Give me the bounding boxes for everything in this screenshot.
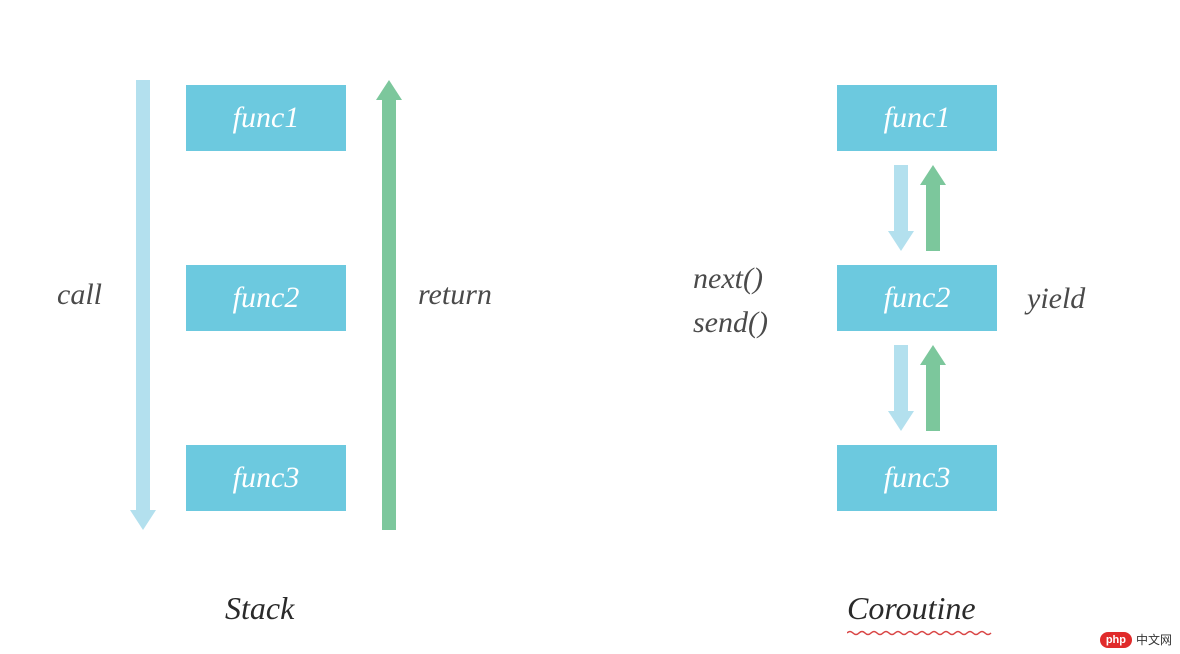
diagram-container: func1 func2 func3 call return Stack func…	[0, 0, 1180, 654]
coroutine-func3-box: func3	[837, 445, 997, 511]
call-arrow-down-icon	[130, 80, 156, 530]
watermark: php 中文网	[1100, 631, 1172, 648]
stack-func3-box: func3	[186, 445, 346, 511]
stack-func3-label: func3	[233, 461, 300, 495]
call-label: call	[57, 278, 102, 312]
stack-func1-label: func1	[233, 101, 300, 135]
return-arrow-up-icon	[376, 80, 402, 530]
stack-func2-label: func2	[233, 281, 300, 315]
return-label: return	[418, 278, 492, 312]
yield-label: yield	[1027, 282, 1085, 316]
coroutine-func1-label: func1	[884, 101, 951, 135]
coroutine-title: Coroutine	[847, 590, 976, 627]
watermark-text: 中文网	[1136, 631, 1172, 648]
watermark-badge: php	[1100, 632, 1132, 648]
stack-title: Stack	[225, 590, 294, 627]
coroutine-func2-box: func2	[837, 265, 997, 331]
send-label: send()	[693, 306, 768, 340]
coroutine-func2-label: func2	[884, 281, 951, 315]
next-label: next()	[693, 262, 763, 296]
coroutine-func1-box: func1	[837, 85, 997, 151]
coroutine-arrows-1-icon	[886, 165, 948, 251]
squiggle-underline-icon	[847, 630, 993, 636]
stack-func2-box: func2	[186, 265, 346, 331]
coroutine-arrows-2-icon	[886, 345, 948, 431]
stack-func1-box: func1	[186, 85, 346, 151]
coroutine-func3-label: func3	[884, 461, 951, 495]
